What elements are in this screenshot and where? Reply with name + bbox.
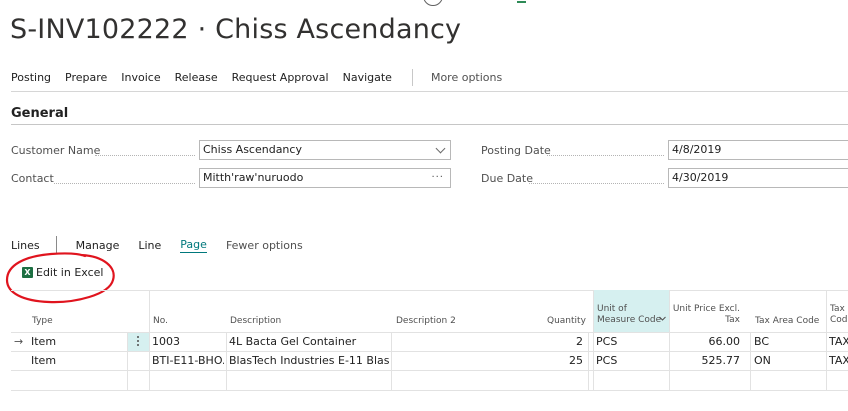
partial-green-icon <box>517 1 526 3</box>
partial-circle-icon <box>423 0 443 6</box>
customer-name-field[interactable]: Chiss Ascendancy <box>199 140 451 160</box>
row2-quantity[interactable]: 25 <box>545 351 583 370</box>
posting-date-value: 4/8/2019 <box>672 143 722 156</box>
general-section-title[interactable]: General <box>11 106 68 121</box>
action-request-approval[interactable]: Request Approval <box>232 71 329 84</box>
due-date-value: 4/30/2019 <box>672 171 729 184</box>
action-bar-divider <box>11 91 848 92</box>
tab-page[interactable]: Page <box>180 238 207 253</box>
fewer-options-button[interactable]: Fewer options <box>226 239 303 252</box>
row2-tax-area[interactable]: ON <box>754 351 771 370</box>
row1-unit-price[interactable]: 66.00 <box>672 332 741 351</box>
uom-header-line2: Measure Code <box>597 315 662 325</box>
row1-type[interactable]: Item <box>31 332 56 351</box>
row1-tax-area[interactable]: BC <box>754 332 769 351</box>
action-navigate[interactable]: Navigate <box>343 71 392 84</box>
posting-date-field[interactable]: 4/8/2019 <box>668 140 848 160</box>
contact-field[interactable]: Mitth'raw'nuruodo ··· <box>199 168 451 188</box>
posting-date-leader <box>547 155 664 156</box>
column-header-description2[interactable]: Description 2 <box>396 316 456 327</box>
due-date-leader <box>529 183 664 184</box>
column-header-tax-group[interactable]: Tax G Code <box>830 304 848 326</box>
customer-name-value: Chiss Ascendancy <box>203 143 302 156</box>
contact-value: Mitth'raw'nuruodo <box>203 171 304 184</box>
general-section-divider <box>11 124 848 125</box>
column-header-no[interactable]: No. <box>153 316 168 327</box>
column-header-uom[interactable]: Unit of Measure Code <box>597 304 661 326</box>
due-date-label: Due Date <box>481 172 533 185</box>
row1-more-menu[interactable] <box>128 333 149 351</box>
customer-name-label: Customer Name <box>11 144 101 157</box>
sort-chevron-icon[interactable] <box>659 316 666 322</box>
row2-tax-group[interactable]: TAXA <box>829 351 848 370</box>
column-header-type[interactable]: Type <box>32 316 53 327</box>
empty-new-row[interactable] <box>11 371 848 390</box>
row2-no[interactable]: BTI-E11-BHO... <box>152 351 224 370</box>
column-header-tax-area[interactable]: Tax Area Code <box>755 316 819 327</box>
column-header-quantity[interactable]: Quantity <box>547 316 586 327</box>
row2-description[interactable]: BlasTech Industries E-11 Blaster ... <box>229 351 389 370</box>
tab-line[interactable]: Line <box>138 239 161 252</box>
posting-date-label: Posting Date <box>481 144 551 157</box>
row-selected-arrow-icon: → <box>14 335 24 348</box>
page-title: S-INV102222 · Chiss Ascendancy <box>10 14 462 45</box>
action-invoice[interactable]: Invoice <box>121 71 160 84</box>
kebab-menu-icon <box>137 336 139 348</box>
tax-header-line1: Tax G <box>830 304 848 314</box>
price-header-line2: Tax <box>725 315 740 325</box>
price-header-line1: Unit Price Excl. <box>672 304 740 314</box>
row1-tax-group[interactable]: TAXA <box>829 332 848 351</box>
more-options-button[interactable]: More options <box>431 71 502 84</box>
row2-type[interactable]: Item <box>31 351 56 370</box>
action-release[interactable]: Release <box>175 71 218 84</box>
due-date-field[interactable]: 4/30/2019 <box>668 168 848 188</box>
uom-header-line1: Unit of <box>597 304 627 314</box>
row1-uom[interactable]: PCS <box>596 332 617 351</box>
row2-uom[interactable]: PCS <box>596 351 617 370</box>
action-posting[interactable]: Posting <box>11 71 51 84</box>
grid-top-border <box>11 290 848 291</box>
red-annotation-circle <box>5 252 115 304</box>
row1-no[interactable]: 1003 <box>152 332 224 351</box>
action-separator <box>411 69 413 86</box>
row1-quantity[interactable]: 2 <box>545 332 583 351</box>
row1-description[interactable]: 4L Bacta Gel Container <box>229 332 389 351</box>
ellipsis-icon[interactable]: ··· <box>431 169 444 187</box>
column-header-description[interactable]: Description <box>230 316 281 327</box>
tax-header-line2: Code <box>830 315 848 325</box>
row2-unit-price[interactable]: 525.77 <box>672 351 741 370</box>
customer-name-leader <box>95 155 195 156</box>
contact-label: Contact <box>11 172 54 185</box>
action-prepare[interactable]: Prepare <box>65 71 107 84</box>
chevron-down-icon[interactable] <box>435 143 446 154</box>
action-bar: Posting Prepare Invoice Release Request … <box>11 69 502 86</box>
column-header-unit-price[interactable]: Unit Price Excl. Tax <box>672 304 740 326</box>
grid-row-line <box>11 390 848 391</box>
contact-leader <box>54 183 195 184</box>
